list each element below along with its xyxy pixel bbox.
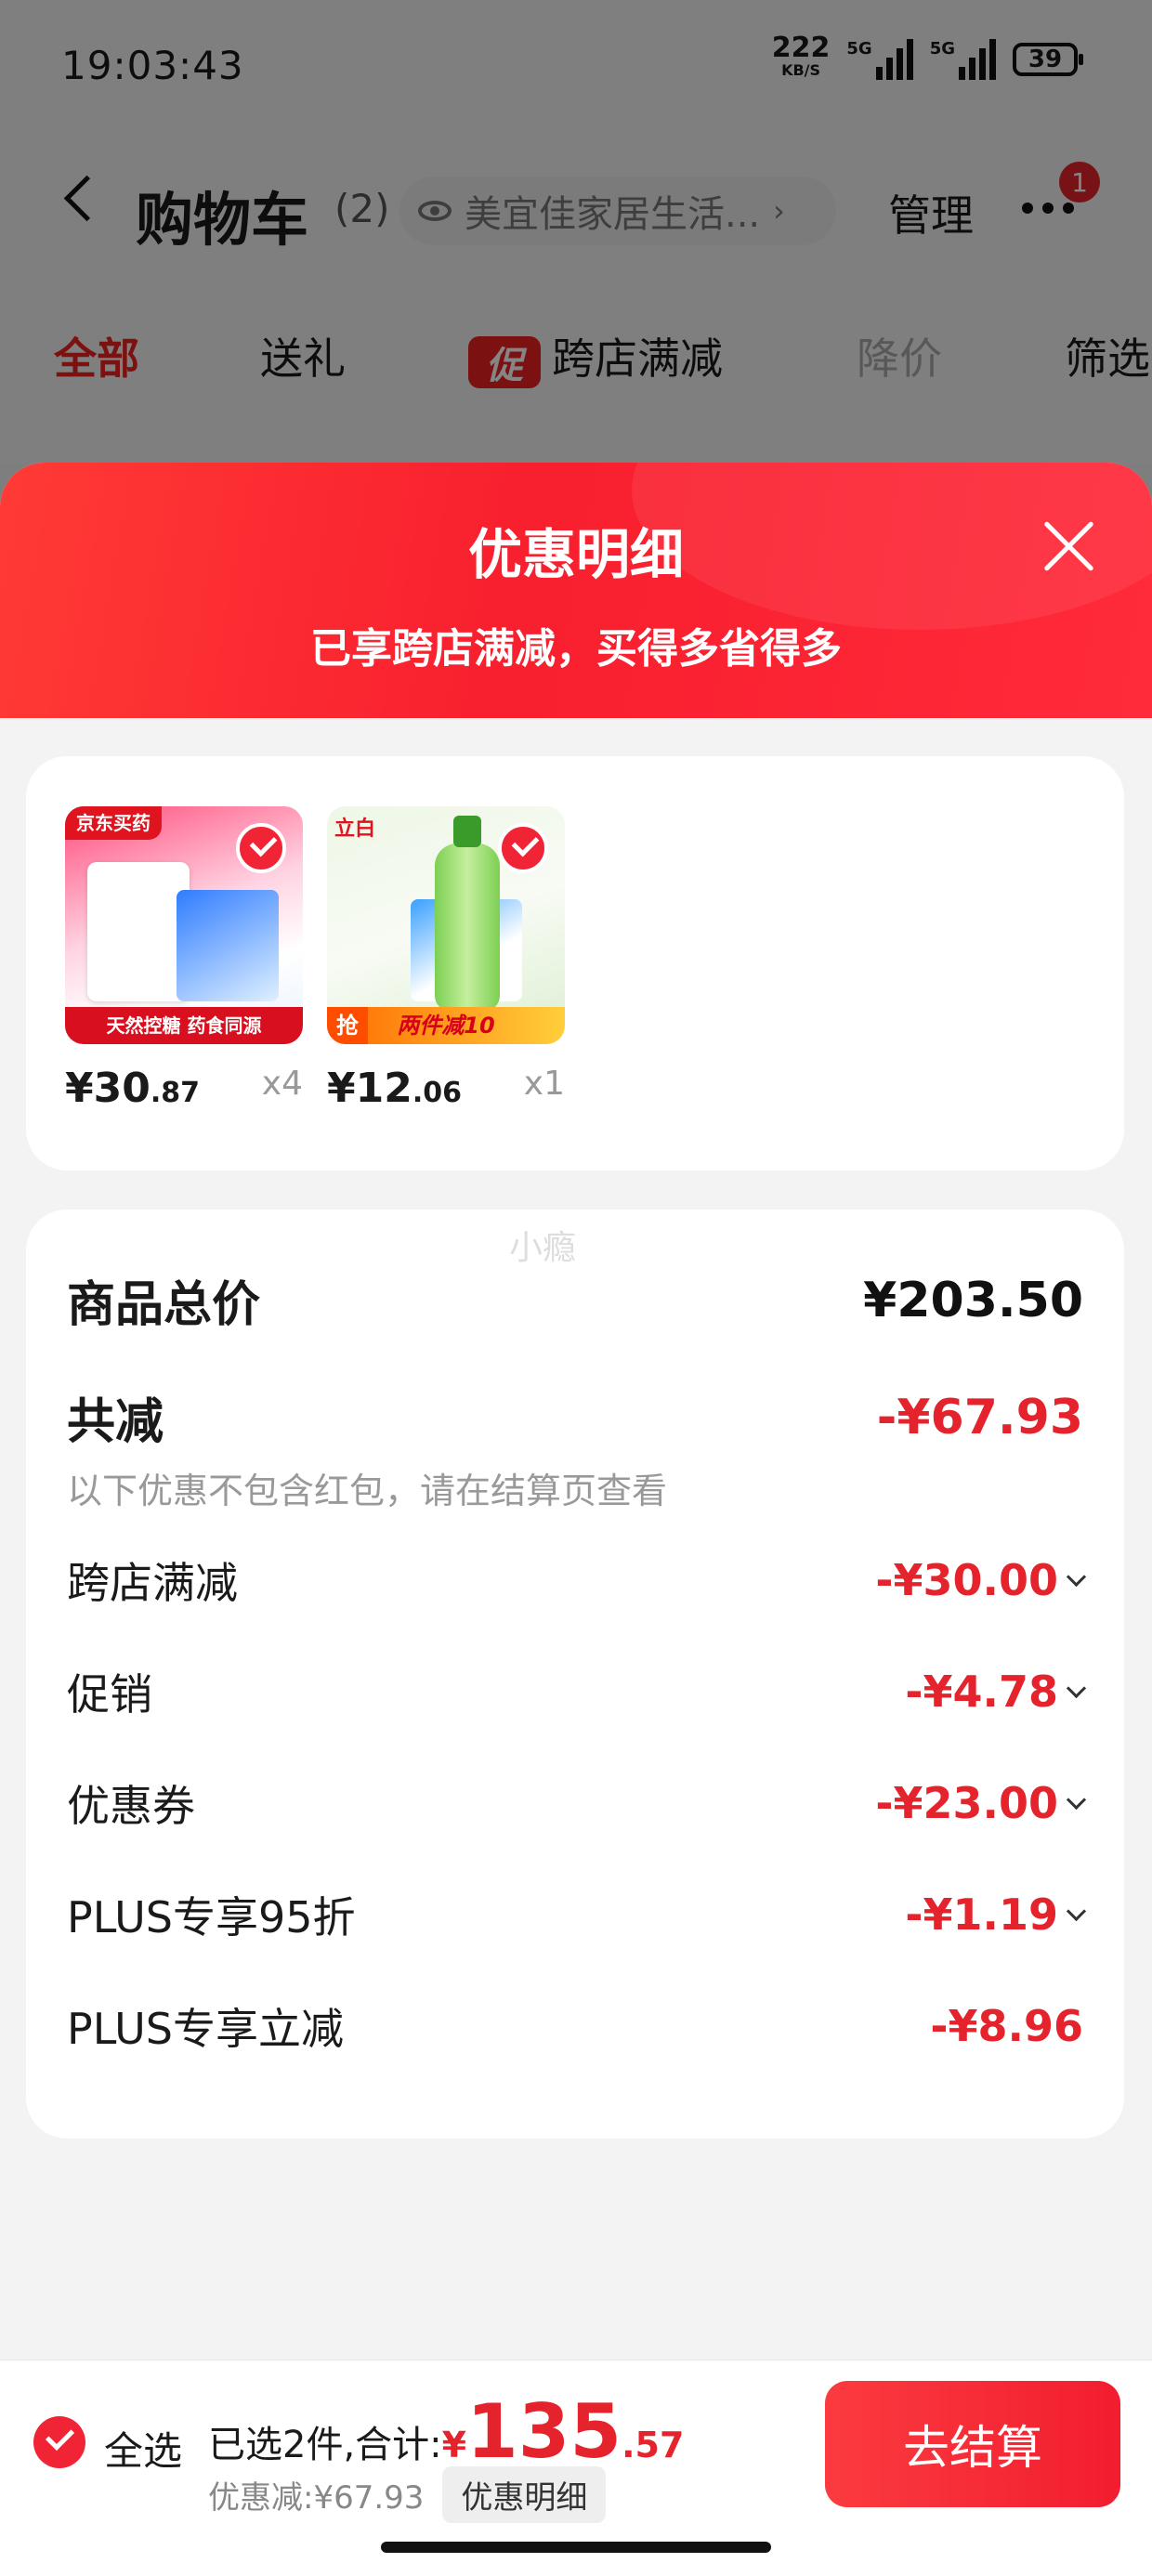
home-indicator[interactable] (381, 2542, 771, 2553)
checkbox-checked-icon[interactable] (498, 823, 548, 873)
product-price: ¥12.06 (327, 1065, 463, 1112)
product-qty: x4 (261, 1065, 303, 1103)
total-row: 商品总价 ¥203.50 (67, 1265, 1083, 1335)
product-item[interactable]: 京东买药 天然控糖 药食同源 ¥30.87 x4 (65, 806, 303, 1112)
chevron-down-icon (1066, 1789, 1087, 1810)
product-qty: x1 (523, 1065, 565, 1103)
chevron-down-icon (1066, 1566, 1087, 1587)
saved-amount: 优惠减:¥67.93 (208, 2479, 425, 2517)
close-icon[interactable] (1041, 518, 1096, 574)
summary-card: 小瘾 商品总价 ¥203.50 共减 -¥67.93 以下优惠不包含红包，请在结… (26, 1210, 1124, 2138)
discount-detail-sheet: 优惠明细 已享跨店满减，买得多省得多 京东买药 天然控糖 药食同源 ¥30.87… (0, 463, 1152, 2575)
selected-summary: 已选2件,合计: ¥ 135 .57 (208, 2388, 685, 2475)
discount-note: 以下优惠不包含红包，请在结算页查看 (67, 1471, 668, 1511)
discount-row-cross-store[interactable]: 跨店满减 -¥30.00 (67, 1550, 1087, 1611)
sheet-header: 优惠明细 已享跨店满减，买得多省得多 (0, 463, 1152, 718)
reduce-label: 共减 (67, 1394, 164, 1450)
sheet-title: 优惠明细 (467, 523, 684, 586)
reduce-row: 共减 -¥67.93 (67, 1382, 1083, 1452)
select-all-checkbox-icon[interactable] (33, 2416, 85, 2468)
discount-row-coupon[interactable]: 优惠券 -¥23.00 (67, 1772, 1087, 1834)
discount-detail-button[interactable]: 优惠明细 (442, 2466, 607, 2523)
watermark: 小瘾 (509, 1229, 577, 1267)
product-item[interactable]: 立白 抢 两件减10 ¥12.06 x1 (327, 806, 565, 1112)
product-image: 立白 抢 两件减10 (327, 806, 565, 1044)
chevron-down-icon (1066, 1901, 1087, 1921)
discount-row-promotion[interactable]: 促销 -¥4.78 (67, 1661, 1087, 1722)
total-label: 商品总价 (67, 1277, 261, 1333)
checkout-button[interactable]: 去结算 (825, 2381, 1120, 2507)
rush-tag: 抢 (327, 1007, 368, 1044)
reduce-value: -¥67.93 (876, 1389, 1083, 1445)
total-amount: 135 (466, 2388, 622, 2475)
discount-row-plus-instant: PLUS专享立减 -¥8.96 (67, 2001, 1083, 2054)
checkbox-checked-icon[interactable] (236, 823, 286, 873)
product-image: 京东买药 天然控糖 药食同源 (65, 806, 303, 1044)
brand-logo: 立白 (334, 817, 376, 841)
brand-tag: 京东买药 (65, 806, 162, 840)
product-banner: 天然控糖 药食同源 (65, 1007, 303, 1044)
product-price: ¥30.87 (65, 1065, 201, 1112)
chevron-down-icon (1066, 1678, 1087, 1698)
sheet-subtitle: 已享跨店满减，买得多省得多 (310, 625, 842, 673)
discount-row-plus-95[interactable]: PLUS专享95折 -¥1.19 (67, 1884, 1087, 1945)
products-card: 京东买药 天然控糖 药食同源 ¥30.87 x4 立白 抢 两件减10 ¥12.… (26, 756, 1124, 1170)
select-all-label[interactable]: 全选 (104, 2420, 182, 2477)
total-value: ¥203.50 (863, 1272, 1083, 1328)
dim-overlay[interactable] (0, 0, 1152, 520)
saved-info: 优惠减:¥67.93 优惠明细 (208, 2466, 607, 2523)
